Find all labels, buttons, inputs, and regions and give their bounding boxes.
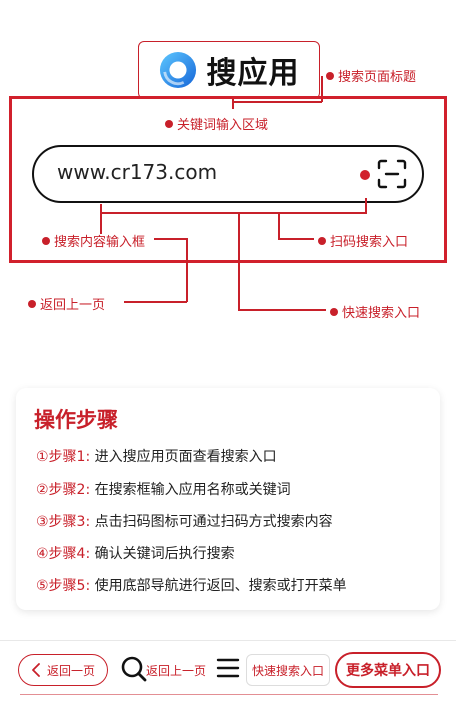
step-item: ②步骤2: 在搜索框输入应用名称或关键词	[36, 479, 291, 499]
back-annotation: 返回上一页	[28, 294, 105, 313]
step-item: ⑤步骤5: 使用底部导航进行返回、搜索或打开菜单	[36, 575, 347, 595]
steps-title: 操作步骤	[34, 408, 118, 432]
more-menu-button[interactable]: 更多菜单入口	[335, 652, 441, 688]
chevron-left-icon	[32, 663, 40, 677]
annotation-dot	[42, 236, 50, 245]
search-icon[interactable]	[120, 655, 148, 683]
app-logo-icon	[159, 51, 196, 89]
step-text: 在搜索框输入应用名称或关键词	[90, 482, 291, 498]
page-title-box: 搜应用	[138, 41, 320, 99]
input-annotation-text: 搜索内容输入框	[54, 235, 146, 250]
step-number: ②步骤2:	[36, 482, 91, 498]
scan-indicator-dot	[360, 170, 370, 180]
step-number: ①步骤1:	[36, 449, 91, 465]
title-annotation: 搜索页面标题	[326, 66, 416, 85]
search-nav-label[interactable]: 返回上一页	[146, 662, 206, 679]
step-text: 进入搜应用页面查看搜索入口	[90, 449, 277, 465]
back-annotation-text: 返回上一页	[40, 298, 106, 313]
title-annotation-text: 搜索页面标题	[338, 70, 417, 85]
page-title: 搜应用	[206, 56, 300, 91]
annotation-dot	[330, 307, 338, 316]
menu-icon[interactable]	[216, 657, 240, 679]
scan-annotation-text: 扫码搜索入口	[330, 235, 409, 250]
quick-annotation-text: 快速搜索入口	[342, 306, 421, 321]
step-text: 使用底部导航进行返回、搜索或打开菜单	[90, 578, 347, 594]
annotation-dot	[165, 119, 173, 128]
search-input-value: www.cr173.com	[57, 160, 218, 184]
step-item: ③步骤3: 点击扫码图标可通过扫码方式搜索内容	[36, 511, 333, 531]
step-number: ③步骤3:	[36, 514, 91, 530]
bottom-nav-divider	[0, 640, 456, 641]
back-button-label: 返回一页	[46, 663, 95, 678]
annotation-dot	[318, 236, 326, 245]
step-item: ④步骤4: 确认关键词后执行搜索	[36, 543, 235, 563]
annotation-dot	[326, 71, 334, 80]
step-number: ④步骤4:	[36, 546, 91, 562]
bottom-nav-underline	[20, 694, 438, 695]
back-button[interactable]: 返回一页	[18, 654, 108, 686]
more-menu-label: 更多菜单入口	[346, 663, 430, 679]
scan-icon[interactable]	[377, 159, 407, 189]
input-annotation: 搜索内容输入框	[42, 231, 145, 250]
quick-annotation: 快速搜索入口	[330, 302, 420, 321]
step-number: ⑤步骤5:	[36, 578, 91, 594]
region-annotation-text: 关键词输入区域	[177, 118, 269, 133]
quick-search-label: 快速搜索入口	[251, 663, 324, 678]
annotation-dot	[28, 299, 36, 308]
scan-annotation: 扫码搜索入口	[318, 231, 408, 250]
quick-search-button[interactable]: 快速搜索入口	[246, 654, 330, 686]
step-text: 点击扫码图标可通过扫码方式搜索内容	[90, 514, 333, 530]
region-annotation: 关键词输入区域	[165, 114, 268, 133]
step-item: ①步骤1: 进入搜应用页面查看搜索入口	[36, 446, 277, 466]
step-text: 确认关键词后执行搜索	[90, 546, 235, 562]
